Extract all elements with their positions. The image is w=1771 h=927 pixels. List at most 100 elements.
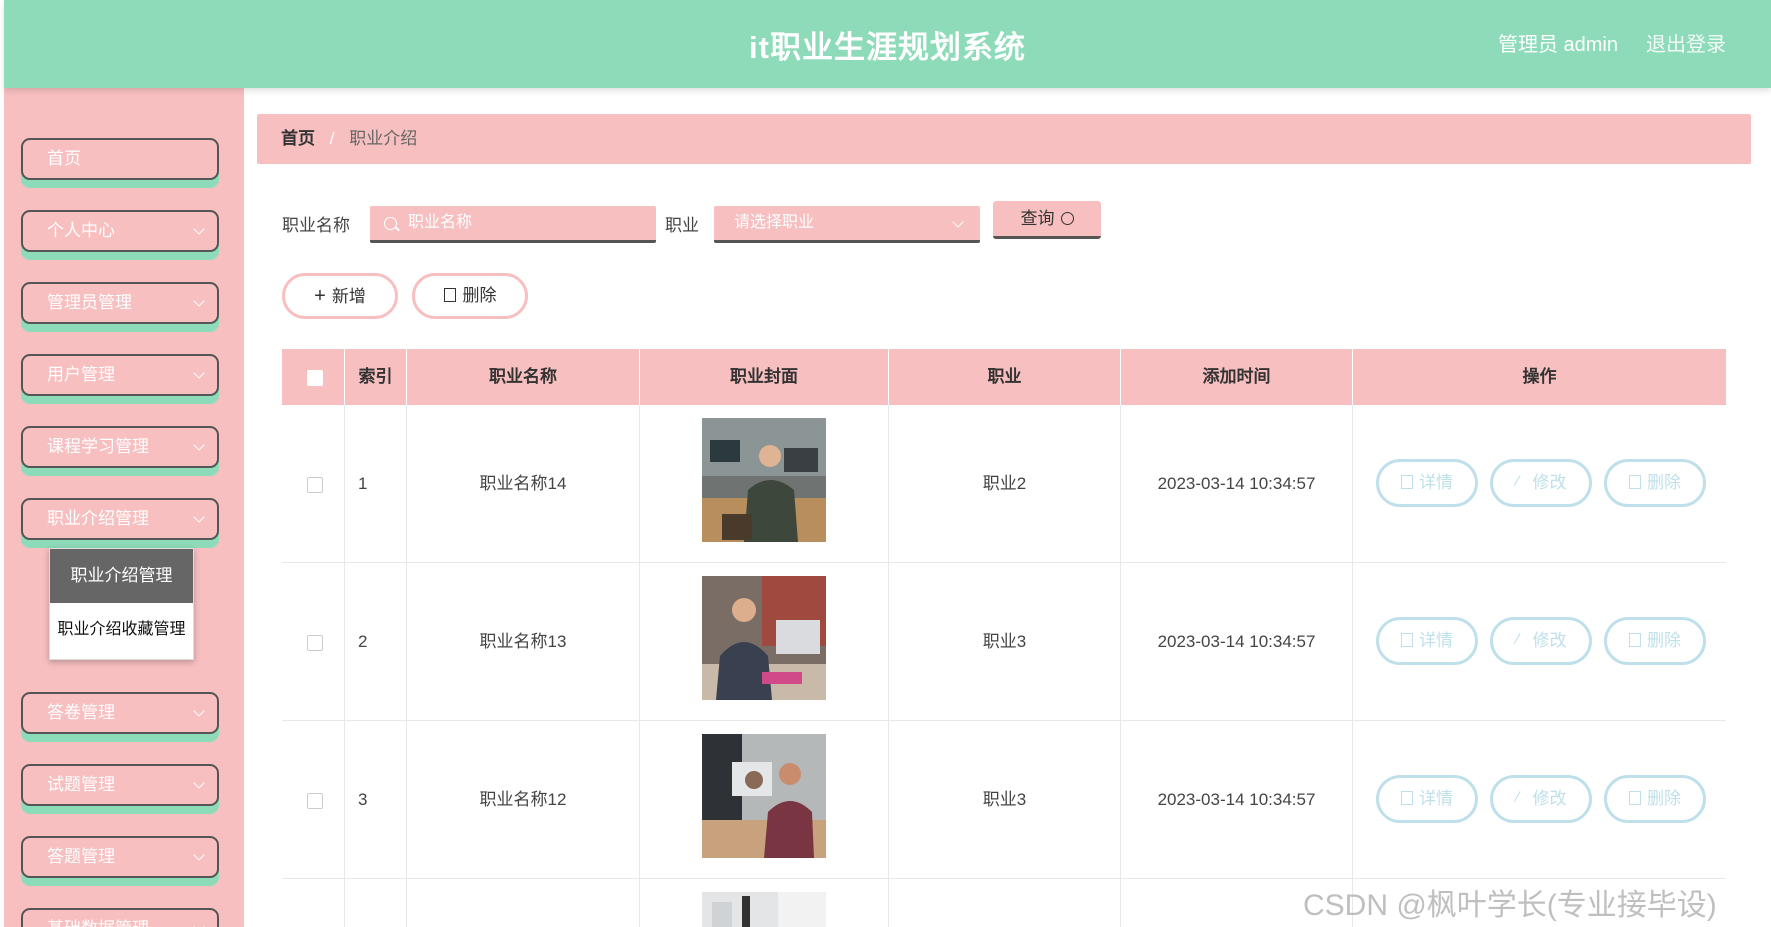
detail-button[interactable]: 详情 — [1376, 459, 1478, 507]
table-header: 索引 职业名称 职业封面 职业 添加时间 操作 — [282, 349, 1726, 405]
row-select-cell — [282, 879, 345, 927]
edit-button[interactable]: 修改 — [1490, 617, 1592, 665]
document-icon — [1401, 791, 1413, 805]
sidebar-item-user-management[interactable]: 用户管理 — [21, 354, 219, 396]
row-career-name — [407, 879, 640, 927]
chevron-down-icon — [193, 367, 205, 379]
career-cover-image — [702, 734, 826, 858]
trash-icon — [1629, 633, 1641, 647]
header-career: 职业 — [889, 349, 1121, 405]
sidebar-item-label: 答题管理 — [47, 847, 115, 866]
document-icon — [1401, 475, 1413, 489]
career-name-input[interactable]: 职业名称 — [370, 206, 656, 243]
header-career-cover: 职业封面 — [640, 349, 889, 405]
header-career-name: 职业名称 — [407, 349, 640, 405]
sidebar-item-answer-sheet-management[interactable]: 答卷管理 — [21, 692, 219, 734]
row-career-name: 职业名称13 — [407, 563, 640, 721]
current-user: 管理员 admin — [1497, 34, 1618, 56]
breadcrumb-separator: / — [329, 129, 335, 148]
query-button[interactable]: 查询 — [993, 201, 1101, 239]
career-cover-image — [702, 418, 826, 542]
sidebar-item-label: 答卷管理 — [47, 703, 115, 722]
chevron-down-icon — [193, 705, 205, 717]
chevron-down-icon — [193, 295, 205, 307]
delete-button-label: 删除 — [462, 286, 497, 305]
sidebar-item-basic-data-management[interactable]: 基础数据管理 — [21, 908, 219, 927]
row-career-name: 职业名称14 — [407, 405, 640, 563]
career-name-placeholder: 职业名称 — [408, 214, 473, 231]
sidebar: 首页 个人中心 管理员管理 用户管理 课程学习管理 职业介绍管理 答卷管理 试题… — [4, 88, 244, 927]
row-checkbox[interactable] — [307, 635, 323, 651]
career-submenu: 职业介绍管理 职业介绍收藏管理 — [49, 548, 194, 660]
row-career: 职业2 — [889, 405, 1121, 563]
sidebar-item-home[interactable]: 首页 — [21, 138, 219, 180]
chevron-down-icon — [952, 216, 964, 228]
breadcrumb: 首页 / 职业介绍 — [257, 114, 1751, 164]
sidebar-item-label: 试题管理 — [47, 775, 115, 794]
career-cover-image — [702, 892, 826, 927]
csdn-watermark: CSDN @枫叶学长(专业接毕设) — [1303, 889, 1717, 922]
row-delete-button[interactable]: 删除 — [1604, 459, 1706, 507]
row-career-name: 职业名称12 — [407, 721, 640, 879]
sidebar-item-course-management[interactable]: 课程学习管理 — [21, 426, 219, 468]
row-select-cell — [282, 563, 345, 721]
edit-icon — [1513, 633, 1529, 649]
edit-button[interactable]: 修改 — [1490, 775, 1592, 823]
submenu-item-career-intro[interactable]: 职业介绍管理 — [50, 549, 193, 603]
plus-icon: + — [314, 285, 326, 307]
row-checkbox[interactable] — [307, 793, 323, 809]
sidebar-item-personal-center[interactable]: 个人中心 — [21, 210, 219, 252]
header-select-all — [282, 349, 345, 405]
query-button-label: 查询 — [1020, 209, 1055, 228]
row-delete-button-label: 删除 — [1647, 631, 1681, 650]
edit-button[interactable]: 修改 — [1490, 459, 1592, 507]
table-row: 2 职业名称13 职业3 2023-03-14 10:34:57 详情 修改 删… — [282, 563, 1726, 721]
sidebar-item-career-intro-management[interactable]: 职业介绍管理 — [21, 498, 219, 540]
career-select[interactable]: 请选择职业 — [714, 206, 980, 243]
row-delete-button-label: 删除 — [1647, 789, 1681, 808]
row-career — [889, 879, 1121, 927]
sidebar-item-answering-management[interactable]: 答题管理 — [21, 836, 219, 878]
row-delete-button-label: 删除 — [1647, 473, 1681, 492]
chevron-down-icon — [193, 849, 205, 861]
search-icon — [1060, 212, 1074, 225]
detail-button[interactable]: 详情 — [1376, 617, 1478, 665]
header-add-time: 添加时间 — [1121, 349, 1353, 405]
trash-icon — [1629, 791, 1641, 805]
detail-button[interactable]: 详情 — [1376, 775, 1478, 823]
breadcrumb-current: 职业介绍 — [349, 129, 418, 148]
chevron-down-icon — [193, 439, 205, 451]
sidebar-item-label: 个人中心 — [47, 221, 115, 240]
header-actions: 操作 — [1522, 367, 1557, 386]
select-all-checkbox[interactable] — [307, 370, 323, 386]
career-cover-image — [702, 576, 826, 700]
career-name-label: 职业名称 — [282, 216, 350, 235]
edit-button-label: 修改 — [1532, 789, 1567, 808]
logout-link[interactable]: 退出登录 — [1646, 28, 1726, 57]
breadcrumb-home[interactable]: 首页 — [281, 129, 315, 148]
sidebar-item-admin-management[interactable]: 管理员管理 — [21, 282, 219, 324]
sidebar-item-question-management[interactable]: 试题管理 — [21, 764, 219, 806]
career-select-placeholder: 请选择职业 — [734, 214, 815, 231]
header-index: 索引 — [345, 349, 407, 405]
row-add-time: 2023-03-14 10:34:57 — [1121, 563, 1353, 721]
top-header: it职业生涯规划系统 管理员 admin 退出登录 — [4, 0, 1771, 88]
submenu-item-career-favorites[interactable]: 职业介绍收藏管理 — [50, 603, 193, 657]
chevron-down-icon — [193, 223, 205, 235]
add-button[interactable]: + 新增 — [282, 273, 398, 319]
edit-button-label: 修改 — [1532, 473, 1567, 492]
delete-button[interactable]: 删除 — [412, 273, 528, 319]
row-index: 1 — [345, 405, 407, 563]
row-delete-button[interactable]: 删除 — [1604, 775, 1706, 823]
chevron-down-icon — [193, 777, 205, 789]
trash-icon — [1629, 475, 1641, 489]
chevron-down-icon — [193, 921, 205, 927]
row-career: 职业3 — [889, 721, 1121, 879]
sidebar-item-label: 基础数据管理 — [47, 919, 149, 927]
table-row: 1 职业名称14 职业2 2023-03-14 10:34:57 详情 修改 删… — [282, 405, 1726, 563]
row-delete-button[interactable]: 删除 — [1604, 617, 1706, 665]
row-index: 3 — [345, 721, 407, 879]
row-select-cell — [282, 405, 345, 563]
row-checkbox[interactable] — [307, 477, 323, 493]
sidebar-item-label: 用户管理 — [47, 365, 115, 384]
